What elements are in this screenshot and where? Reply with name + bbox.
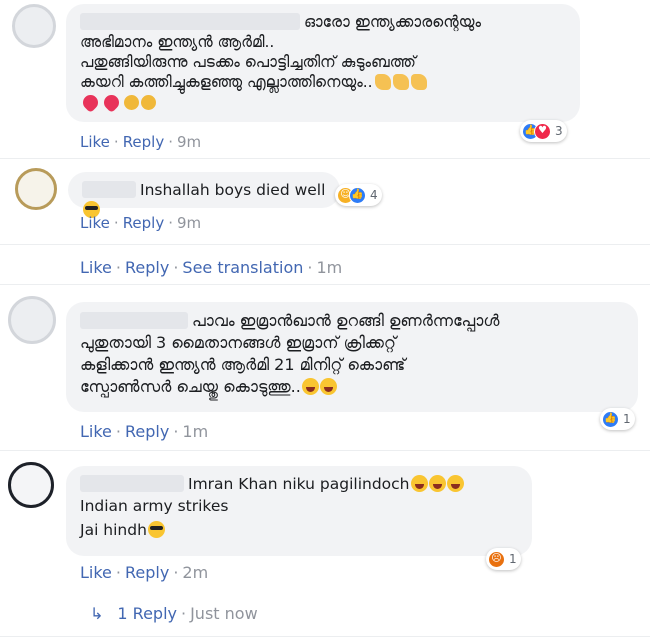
flexed-biceps-emoji bbox=[392, 74, 409, 90]
avatar[interactable] bbox=[8, 296, 56, 344]
divider bbox=[0, 158, 650, 159]
avatar[interactable] bbox=[15, 168, 57, 210]
reaction-summary[interactable]: 👍 1 bbox=[600, 408, 635, 430]
view-replies-row[interactable]: ↳ 1 Reply · Just now bbox=[90, 604, 258, 623]
laughing-emoji bbox=[428, 475, 446, 492]
like-link[interactable]: Like bbox=[80, 422, 112, 441]
reaction-count: 1 bbox=[623, 412, 631, 426]
comment-text-line: Indian army strikes bbox=[80, 497, 229, 515]
flexed-biceps-emoji bbox=[410, 74, 427, 90]
reply-link[interactable]: Reply bbox=[123, 214, 165, 232]
comment-bubble: Inshallah boys died well bbox=[68, 172, 340, 218]
comment-actions: Like · Reply · See translation · 1m bbox=[80, 258, 343, 277]
author-name-redacted[interactable] bbox=[80, 475, 184, 492]
comment-text-line: സ്പോൺസർ ചെയ്തു കൊടുത്തു.. bbox=[80, 377, 301, 396]
comment-time[interactable]: 2m bbox=[182, 563, 208, 582]
avatar[interactable] bbox=[8, 462, 54, 508]
like-reaction-icon: 👍 bbox=[349, 186, 366, 204]
comment-bubble: പാവം ഇമ്രാൻഖാൻ ഉറങ്ങി ഉണർന്നപ്പോൾ പുതുതാ… bbox=[66, 302, 638, 412]
comment-actions: Like · Reply · 9m bbox=[80, 214, 202, 232]
see-translation-link[interactable]: See translation bbox=[182, 258, 303, 277]
reply-link[interactable]: Reply bbox=[125, 258, 169, 277]
comment-text: Inshallah boys died well bbox=[140, 181, 326, 199]
reaction-count: 4 bbox=[370, 188, 378, 202]
comment-bubble: Imran Khan niku pagilindoch Indian army … bbox=[66, 466, 532, 556]
comment-actions: Like · Reply · 2m bbox=[80, 563, 209, 582]
reply-link[interactable]: Reply bbox=[123, 133, 165, 151]
comment-text-line: പുതുതായി 3 മൈതാനങ്ങൾ ഇമ്രാന് ക്രിക്കറ്റ് bbox=[80, 333, 397, 352]
reaction-summary[interactable]: 👍 ♥ 3 bbox=[520, 120, 567, 142]
divider bbox=[0, 284, 650, 285]
comment-time[interactable]: 9m bbox=[177, 133, 201, 151]
like-link[interactable]: Like bbox=[80, 258, 112, 277]
reaction-summary[interactable]: ☹ 1 bbox=[486, 548, 521, 570]
reply-link[interactable]: Reply bbox=[125, 422, 169, 441]
like-link[interactable]: Like bbox=[80, 563, 112, 582]
comment-text-line: ഓരോ ഇന്ത്യക്കാരന്റെയും bbox=[304, 13, 481, 31]
reaction-count: 3 bbox=[555, 124, 563, 138]
clap-emoji bbox=[124, 95, 139, 110]
clap-emoji bbox=[141, 95, 156, 110]
heart-emoji bbox=[100, 91, 123, 114]
reply-time[interactable]: Just now bbox=[190, 604, 258, 623]
reaction-count: 1 bbox=[509, 552, 517, 566]
comment-bubble: ഓരോ ഇന്ത്യക്കാരന്റെയും അഭിമാനം ഇന്ത്യൻ ആ… bbox=[66, 4, 580, 122]
laughing-emoji bbox=[446, 475, 464, 492]
reply-link[interactable]: Reply bbox=[125, 563, 169, 582]
like-link[interactable]: Like bbox=[80, 133, 110, 151]
divider bbox=[0, 636, 650, 637]
comment-time[interactable]: 9m bbox=[177, 214, 201, 232]
laughing-emoji bbox=[319, 378, 337, 395]
view-replies-link[interactable]: 1 Reply bbox=[117, 604, 177, 623]
flexed-biceps-emoji bbox=[374, 74, 391, 90]
comment-time[interactable]: 1m bbox=[316, 258, 342, 277]
sunglasses-emoji bbox=[147, 521, 165, 538]
author-name-redacted[interactable] bbox=[80, 13, 300, 30]
heart-emoji bbox=[79, 91, 102, 114]
comment-time[interactable]: 1m bbox=[182, 422, 208, 441]
comment-text-line: കയറി കത്തിച്ചുകളഞ്ഞു എല്ലാത്തിനെയും.. bbox=[80, 73, 373, 91]
comment-actions: Like · Reply · 9m bbox=[80, 133, 202, 151]
reaction-summary[interactable]: ☺ 👍 4 bbox=[335, 184, 382, 206]
comment-text-line: Jai hindh bbox=[80, 521, 147, 539]
comment-text-line: പാവം ഇമ്രാൻഖാൻ ഉറങ്ങി ഉണർന്നപ്പോൾ bbox=[192, 311, 500, 330]
comment-text-line: Imran Khan niku pagilindoch bbox=[188, 475, 410, 493]
like-link[interactable]: Like bbox=[80, 214, 110, 232]
author-name-redacted[interactable] bbox=[82, 181, 136, 198]
comment-text-line: അഭിമാനം ഇന്ത്യൻ ആർമി.. bbox=[80, 33, 275, 51]
angry-reaction-icon: ☹ bbox=[488, 550, 505, 568]
like-reaction-icon: 👍 bbox=[602, 410, 619, 428]
avatar[interactable] bbox=[12, 4, 56, 48]
reply-arrow-icon: ↳ bbox=[90, 604, 104, 623]
comment-text-line: കളിക്കാൻ ഇന്ത്യൻ ആർമി 21 മിനിറ്റ് കൊണ്ട് bbox=[80, 355, 406, 374]
laughing-emoji bbox=[301, 378, 319, 395]
love-reaction-icon: ♥ bbox=[534, 122, 551, 140]
author-name-redacted[interactable] bbox=[80, 312, 188, 329]
divider bbox=[0, 450, 650, 451]
divider bbox=[0, 244, 650, 245]
comment-text-line: പതുങ്ങിയിരുന്നു പടക്കം പൊട്ടിച്ചതിന് കുട… bbox=[80, 53, 416, 71]
comment-actions: Like · Reply · 1m bbox=[80, 422, 209, 441]
laughing-emoji bbox=[410, 475, 428, 492]
